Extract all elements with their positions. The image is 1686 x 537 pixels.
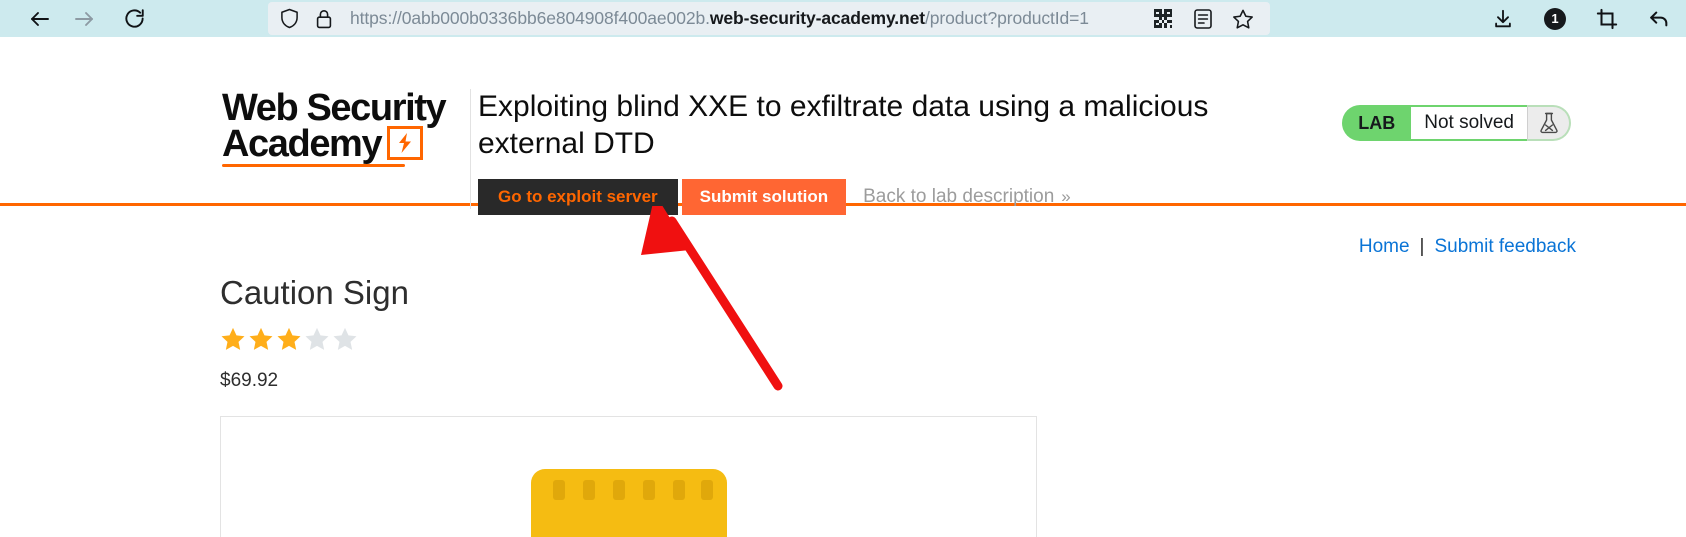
star-icon [220,326,246,352]
lab-action-bar: Go to exploit server Submit solution Bac… [478,179,1071,215]
flask-icon[interactable] [1527,105,1571,141]
back-button[interactable] [18,3,62,35]
product-name: Caution Sign [220,274,409,311]
lab-header: Web Security Academy Exploiting blind XX… [0,37,1686,215]
lab-title: Exploiting blind XXE to exfiltrate data … [478,90,1209,160]
header-divider [470,89,471,209]
star-icon-empty [332,326,358,352]
undo-arrow-icon[interactable] [1646,6,1672,32]
browser-toolbar: https://0abb000b0336bb6e804908f400ae002b… [0,0,1686,37]
product-price: $69.92 [220,370,279,391]
star-icon [276,326,302,352]
url-text[interactable]: https://0abb000b0336bb6e804908f400ae002b… [350,8,1089,29]
product-image [220,416,1037,537]
product-detail: Caution Sign $69.92 [220,274,1040,537]
logo-line-2: Academy [222,123,383,165]
back-to-lab-description-link[interactable]: Back to lab description » [863,186,1071,208]
screenshot-crop-icon[interactable] [1594,6,1620,32]
downloads-icon[interactable] [1490,6,1516,32]
reload-icon [124,9,144,28]
lab-tag: LAB [1342,105,1412,141]
lightning-bolt-icon [387,125,424,160]
extension-badge-icon[interactable]: 1 [1542,6,1568,32]
lab-status-text: Not solved [1411,105,1527,141]
url-domain: web-security-academy.net [709,8,926,28]
caution-sign-graphic [530,469,727,537]
submit-solution-button[interactable]: Submit solution [681,179,847,215]
browser-toolbar-icons: 1 [1490,0,1672,37]
address-bar[interactable]: https://0abb000b0336bb6e804908f400ae002b… [268,2,1270,35]
home-link[interactable]: Home [1359,236,1410,258]
reader-view-icon[interactable] [1190,6,1216,32]
star-icon [248,326,274,352]
logo-line-1: Web Security [222,87,447,129]
back-arrow-icon [31,11,49,26]
submit-feedback-link[interactable]: Submit feedback [1434,236,1576,258]
links-separator: | [1419,236,1425,257]
forward-button[interactable] [62,3,106,35]
url-prefix: https://0abb000b0336bb6e804908f400ae002b… [350,8,710,28]
addressbar-action-icons [1150,6,1270,32]
web-security-academy-logo[interactable]: Web Security Academy [222,87,454,167]
go-to-exploit-server-button[interactable]: Go to exploit server [478,179,678,215]
url-path: /product?productId=1 [925,8,1089,28]
bookmark-star-icon[interactable] [1230,6,1256,32]
navigation-buttons [0,3,156,35]
notification-count: 1 [1544,7,1566,30]
lab-status-badge: LAB Not solved [1342,105,1571,141]
qr-code-icon[interactable] [1150,6,1176,32]
reload-button[interactable] [112,3,156,35]
back-to-lab-description-label: Back to lab description [863,186,1055,207]
site-top-links: Home | Submit feedback [1359,236,1576,258]
chevron-right-icon: » [1061,187,1071,206]
product-rating [220,326,1040,352]
page: Web Security Academy Exploiting blind XX… [0,37,1686,537]
forward-arrow-icon [75,11,93,26]
star-icon-empty [304,326,330,352]
tracking-shield-icon[interactable] [280,8,299,29]
lock-icon[interactable] [316,9,332,29]
